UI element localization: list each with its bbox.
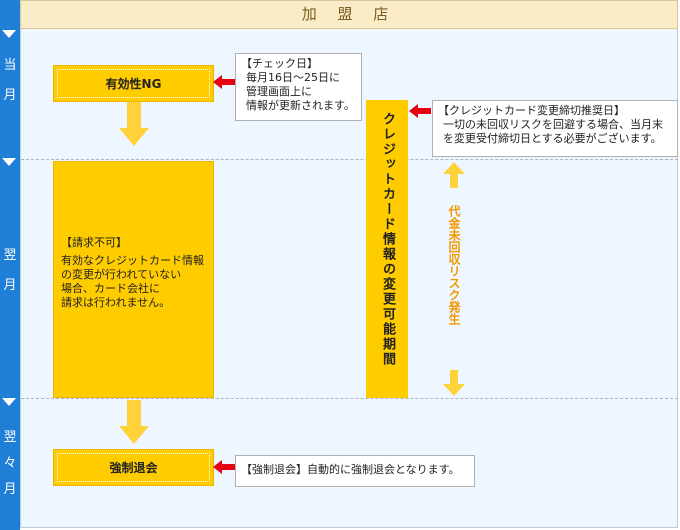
validity-ng-box: 有効性NG — [53, 65, 214, 102]
recommended-deadline-note: 【クレジットカード変更締切推奨日】 一切の未回収リスクを回避する場合、当月末 を… — [432, 100, 678, 157]
arrow-left-icon — [213, 75, 235, 89]
forced-withdrawal-note: 【強制退会】自動的に強制退会となります。 — [235, 455, 475, 487]
arrow-down-icon — [119, 102, 149, 146]
billing-block-line: 請求は行われません。 — [61, 296, 171, 309]
month-divider — [21, 159, 678, 160]
card-change-period-box: クレジットカード情報の変更可能期間 — [366, 100, 408, 398]
billing-block-line: 有効なクレジットカード情報 — [61, 254, 204, 267]
recommended-deadline-line: 一切の未回収リスクを回避する場合、当月末 — [443, 118, 663, 131]
timeline-bar: 当 月 翌 月 翌 々 月 — [0, 0, 20, 530]
month-divider — [21, 398, 678, 399]
arrow-left-icon — [213, 460, 235, 474]
period-current-month-label: 当 月 — [3, 58, 17, 103]
validity-ng-label: 有効性NG — [105, 77, 162, 91]
forced-withdrawal-label: 強制退会 — [109, 461, 158, 475]
check-day-line: 管理画面上に — [246, 85, 312, 98]
triangle-down-icon — [2, 158, 16, 166]
period-month-after-next-label: 翌 々 月 — [3, 430, 17, 497]
billing-block-line: の変更が行われていない — [61, 268, 182, 281]
arrow-down-icon — [119, 400, 149, 444]
uncollected-risk-label: 代金未回収リスク発生 — [447, 205, 461, 325]
billing-block-line: 場合、カード会社に — [61, 282, 160, 295]
arrow-left-icon — [409, 104, 431, 118]
merchant-header: 加 盟 店 — [20, 0, 678, 29]
arrow-up-icon — [443, 162, 465, 188]
billing-not-possible-box: 【請求不可】 有効なクレジットカード情報 の変更が行われていない 場合、カード会… — [53, 161, 214, 398]
recommended-deadline-line: を変更受付締切日とする必要がございます。 — [443, 132, 662, 145]
billing-block-title: 【請求不可】 — [61, 236, 127, 249]
check-day-line: 情報が更新されます。 — [246, 99, 355, 112]
check-day-title: 【チェック日】 — [241, 57, 318, 70]
check-day-line: 毎月16日～25日に — [246, 71, 340, 84]
card-change-period-label: クレジットカード情報の変更可能期間 — [380, 112, 395, 367]
triangle-down-icon — [2, 30, 16, 38]
check-day-note: 【チェック日】 毎月16日～25日に 管理画面上に 情報が更新されます。 — [235, 53, 362, 121]
period-next-month-label: 翌 月 — [3, 248, 17, 293]
arrow-down-icon — [443, 370, 465, 396]
recommended-deadline-title: 【クレジットカード変更締切推奨日】 — [438, 104, 625, 117]
forced-withdrawal-box: 強制退会 — [53, 449, 214, 486]
triangle-down-icon — [2, 398, 16, 406]
